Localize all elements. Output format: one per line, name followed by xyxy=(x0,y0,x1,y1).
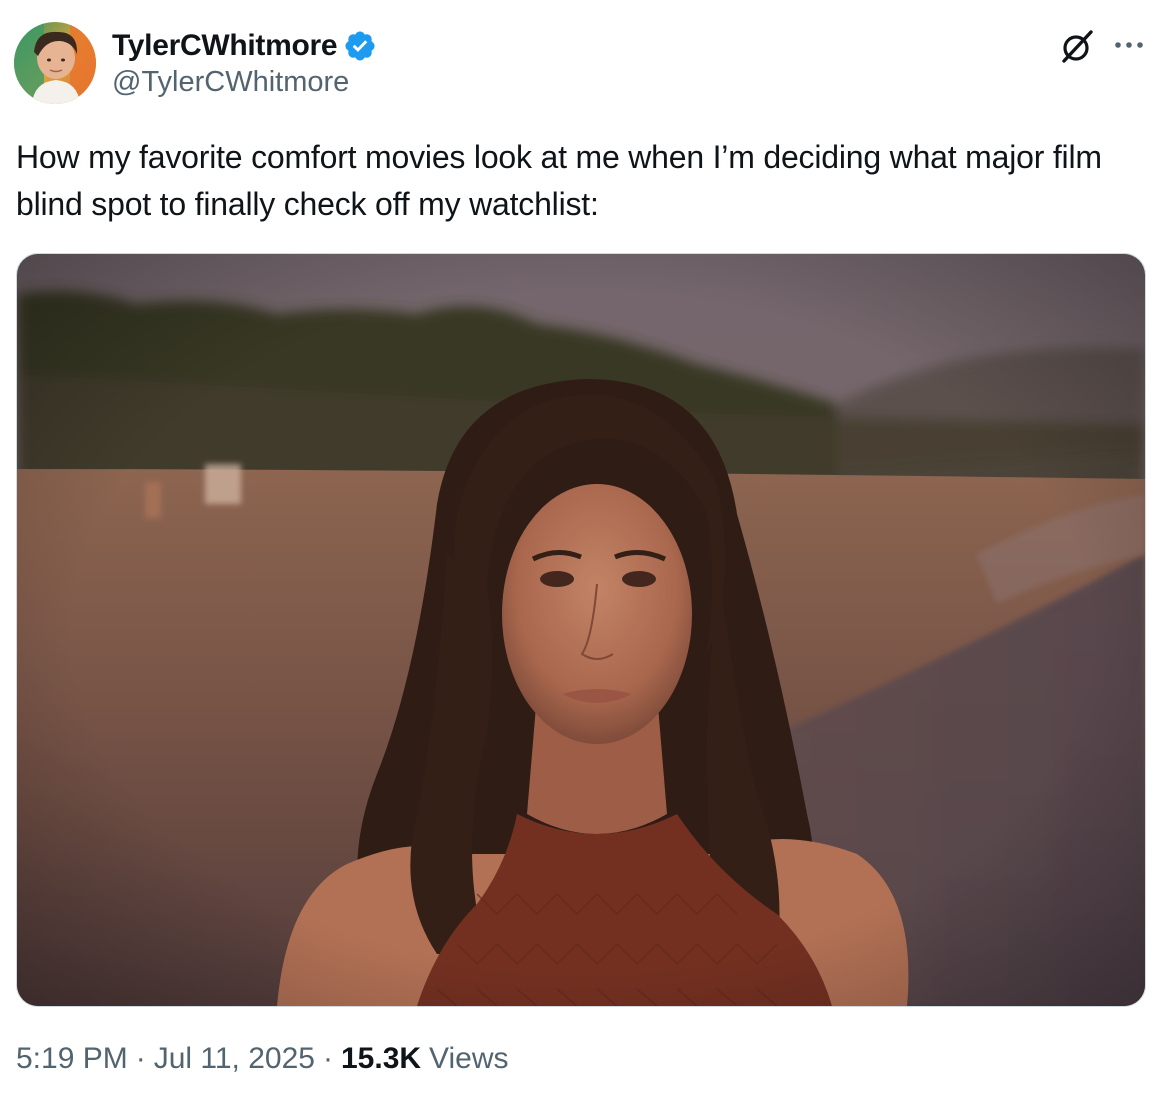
grok-icon[interactable] xyxy=(1058,28,1096,66)
tweet-card: TylerCWhitmore @TylerCWhitmore How my fa… xyxy=(0,0,1172,1106)
avatar[interactable] xyxy=(14,22,96,104)
author-handle[interactable]: @TylerCWhitmore xyxy=(112,66,377,99)
tweet-media-photo[interactable] xyxy=(16,253,1146,1007)
meta-separator: · xyxy=(135,1042,146,1075)
more-options-icon[interactable] xyxy=(1112,30,1146,64)
tweet-time[interactable]: 5:19 PM xyxy=(16,1042,128,1076)
author-info: TylerCWhitmore @TylerCWhitmore xyxy=(112,26,377,99)
tweet-text: How my favorite comfort movies look at m… xyxy=(16,139,1102,222)
meta-separator: · xyxy=(322,1042,333,1075)
views-count[interactable]: 15.3K xyxy=(341,1042,421,1076)
author-display-name[interactable]: TylerCWhitmore xyxy=(112,29,338,63)
verified-badge-icon[interactable] xyxy=(343,29,377,63)
tweet-meta: 5:19 PM · Jul 11, 2025 · 15.3K Views xyxy=(16,1042,509,1076)
views-label: Views xyxy=(429,1042,509,1075)
name-row: TylerCWhitmore xyxy=(112,26,377,66)
tweet-date[interactable]: Jul 11, 2025 xyxy=(154,1042,315,1076)
photo-image xyxy=(17,254,1145,1006)
avatar-image xyxy=(14,22,96,104)
